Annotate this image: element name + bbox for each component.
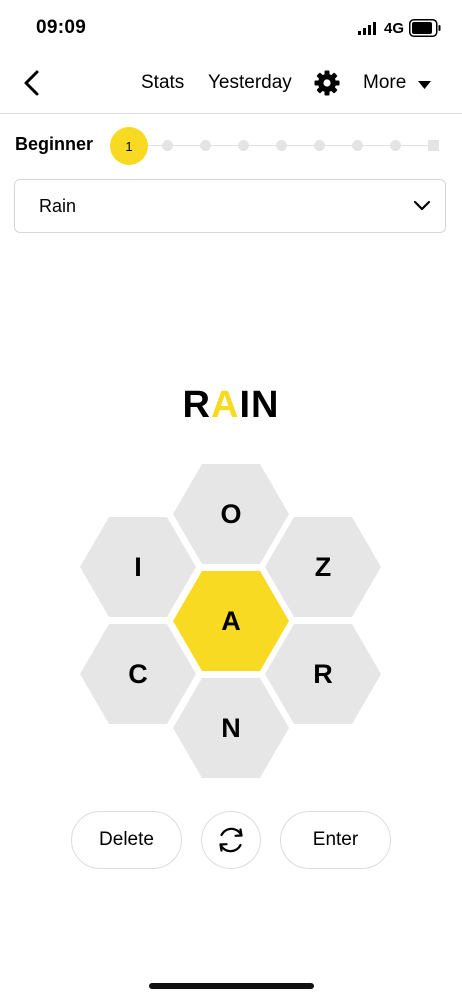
nav-divider	[0, 113, 462, 114]
progress-dot	[390, 140, 401, 151]
current-word-suffix: IN	[239, 384, 280, 426]
status-time: 09:09	[36, 17, 87, 38]
hive-cell-top[interactable]: O	[173, 464, 289, 564]
hive-cell-lower-left[interactable]: C	[80, 624, 196, 724]
delete-button[interactable]: Delete	[71, 811, 182, 869]
shuffle-icon	[219, 827, 243, 853]
stats-link[interactable]: Stats	[141, 72, 184, 94]
progress-dot	[314, 140, 325, 151]
hive-cell-lower-right[interactable]: R	[265, 624, 381, 724]
caret-down-icon[interactable]	[418, 81, 431, 89]
hive-letter: C	[128, 658, 148, 689]
network-type: 4G	[384, 20, 405, 37]
hive-letter: N	[221, 712, 241, 743]
found-words-dropdown[interactable]: Rain	[14, 179, 446, 233]
current-word-center-letter: A	[211, 384, 240, 426]
found-words-summary: Rain	[39, 196, 77, 216]
progress-end-marker	[428, 140, 439, 151]
current-word-input: RAIN	[0, 384, 462, 427]
hive-letter: I	[134, 551, 142, 582]
home-indicator[interactable]	[149, 983, 314, 989]
rank-label[interactable]: Beginner	[15, 134, 93, 155]
score-badge: 1	[110, 127, 148, 165]
progress-dot	[162, 140, 173, 151]
hive-letter: R	[313, 658, 333, 689]
enter-button[interactable]: Enter	[280, 811, 391, 869]
more-menu[interactable]: More	[363, 72, 406, 94]
current-word-prefix: R	[182, 384, 211, 426]
signal-icon	[358, 22, 376, 35]
hive-cell-upper-left[interactable]: I	[80, 517, 196, 617]
hive-cell-bottom[interactable]: N	[173, 678, 289, 778]
progress-dot	[200, 140, 211, 151]
hive-letter: O	[220, 498, 242, 529]
chevron-down-icon	[413, 200, 431, 211]
progress-dot	[352, 140, 363, 151]
hive-cell-upper-right[interactable]: Z	[265, 517, 381, 617]
back-chevron-icon[interactable]	[20, 68, 46, 98]
hive-cell-center[interactable]: A	[173, 571, 289, 671]
progress-dot	[276, 140, 287, 151]
battery-icon	[409, 19, 441, 37]
progress-dot	[238, 140, 249, 151]
gear-icon[interactable]	[314, 70, 340, 96]
shuffle-button[interactable]	[201, 811, 261, 869]
hive-letter: Z	[314, 551, 332, 582]
hive-center-letter: A	[221, 605, 241, 636]
spelling-bee-screen: 09:09 4G Stats Yesterday More Beginner 1…	[0, 0, 462, 1000]
yesterday-link[interactable]: Yesterday	[208, 72, 292, 94]
